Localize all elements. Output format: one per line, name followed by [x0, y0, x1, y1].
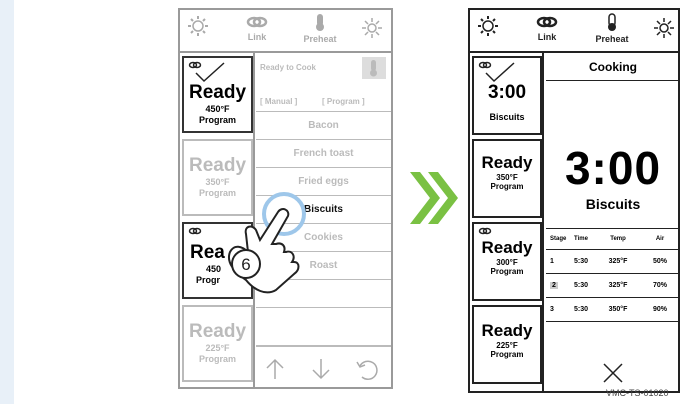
stage-temp: 325°F — [608, 258, 628, 265]
slot-status: Ready — [481, 238, 533, 257]
link-button[interactable]: Link — [532, 14, 562, 42]
slot-column: 3:00 Biscuits Ready 350°F Program Ready … — [470, 53, 544, 393]
stage-air: 90% — [652, 306, 667, 313]
close-icon[interactable] — [601, 361, 625, 385]
link-label: Link — [247, 32, 267, 42]
panel-header: Ready to Cook — [260, 63, 317, 72]
settings-icon[interactable] — [476, 14, 500, 40]
col-time: Time — [574, 236, 588, 242]
tab-program[interactable]: [ Program ] — [322, 97, 365, 106]
preheat-button[interactable]: Preheat — [298, 12, 342, 44]
cancel-area — [546, 353, 680, 393]
arrow-up-icon[interactable] — [264, 357, 286, 381]
step-number: 6 — [241, 255, 250, 274]
slot-status: Ready — [481, 153, 533, 172]
tap-hand-icon: 6 — [228, 192, 306, 294]
stage-air: 50% — [652, 258, 667, 265]
col-temp: Temp — [610, 236, 626, 242]
touchscreen-after: Link Preheat 3:00 Biscuits Ready 350°F P… — [468, 8, 680, 393]
table-row: 2 5:30 325°F 70% — [546, 274, 680, 298]
slot-temp: 225°F — [496, 341, 518, 350]
brightness-icon[interactable] — [652, 16, 676, 42]
slot-4[interactable]: Ready 225°F Program — [472, 305, 542, 384]
slot-status: Ready — [481, 321, 533, 340]
col-stage: Stage — [550, 236, 567, 242]
list-item-bacon[interactable]: Bacon — [256, 112, 391, 140]
chevron-right-icon — [410, 172, 458, 224]
slot-temp: 350°F — [496, 173, 518, 182]
list-navigation — [256, 346, 391, 389]
table-row: 3 5:30 350°F 90% — [546, 298, 680, 322]
link-check-icon — [478, 61, 515, 83]
slot-mode: Program — [198, 115, 236, 125]
back-icon[interactable] — [354, 357, 380, 383]
link-icon — [536, 16, 558, 28]
link-button[interactable]: Link — [242, 14, 272, 42]
list-item-french-toast[interactable]: French toast — [256, 140, 391, 168]
slot-mode: Program — [490, 350, 524, 359]
link-check-icon — [188, 61, 225, 83]
slot-mode: Program — [490, 267, 524, 276]
slot-status: Ready — [188, 82, 247, 103]
preheat-label: Preheat — [595, 34, 629, 44]
table-row: 1 5:30 325°F 50% — [546, 250, 680, 274]
thermometer-icon — [608, 13, 616, 31]
program-name: Biscuits — [585, 196, 641, 212]
preheat-label: Preheat — [303, 34, 337, 44]
illustration: Link Preheat Ready 450°F Program Ready 3… — [0, 0, 680, 404]
slot-temp: 225°F — [205, 343, 230, 353]
col-air: Air — [655, 236, 665, 242]
slot-1[interactable]: Ready 450°F Program — [182, 56, 253, 133]
stage-time: 5:30 — [573, 306, 588, 313]
slot-3[interactable]: Ready 300°F Program — [472, 222, 542, 301]
top-bar: Link Preheat — [470, 10, 680, 53]
stage-temp: 350°F — [608, 306, 628, 313]
link-icon — [246, 16, 268, 28]
top-bar: Link Preheat — [180, 10, 391, 53]
table-header: Stage Time Temp Air — [546, 228, 680, 250]
slot-thermometer-icon — [360, 55, 388, 86]
slot-timer: 3:00 — [487, 82, 527, 103]
link-icon — [188, 227, 202, 235]
stage-number: 1 — [550, 258, 554, 265]
tab-manual[interactable]: [ Manual ] — [260, 97, 297, 106]
stage-table: Stage Time Temp Air 1 5:30 325°F 50% 2 5… — [546, 228, 680, 322]
preheat-button[interactable]: Preheat — [590, 12, 634, 44]
countdown-timer: 3:00 — [564, 142, 662, 194]
settings-icon[interactable] — [186, 14, 210, 40]
slot-mode: Program — [490, 182, 524, 191]
stage-number: 3 — [550, 306, 554, 313]
slot-2[interactable]: Ready 350°F Program — [472, 139, 542, 218]
slot-status: Ready — [188, 321, 247, 342]
cooking-panel: Cooking 3:00 Biscuits Stage Time Temp Ai… — [546, 53, 680, 393]
slot-temp: 450°F — [205, 104, 230, 114]
figure-caption: VMC-TS-01020 — [606, 388, 669, 398]
slot-4[interactable]: Ready 225°F Program — [182, 305, 253, 382]
slot-status: Ready — [188, 155, 247, 176]
slot-program-name: Biscuits — [489, 112, 525, 122]
stage-number: 2 — [550, 282, 558, 289]
stage-temp: 325°F — [608, 282, 628, 289]
link-icon — [478, 227, 492, 235]
brightness-icon[interactable] — [360, 16, 384, 42]
slot-mode: Program — [198, 354, 236, 364]
left-margin — [0, 0, 14, 404]
arrow-down-icon[interactable] — [310, 357, 332, 381]
stage-time: 5:30 — [573, 282, 588, 289]
slot-1[interactable]: 3:00 Biscuits — [472, 56, 542, 135]
link-label: Link — [537, 32, 557, 42]
slot-temp: 300°F — [496, 258, 518, 267]
thermometer-icon — [316, 14, 324, 31]
panel-header: Cooking — [546, 53, 680, 81]
stage-air: 70% — [652, 282, 667, 289]
stage-time: 5:30 — [573, 258, 588, 265]
